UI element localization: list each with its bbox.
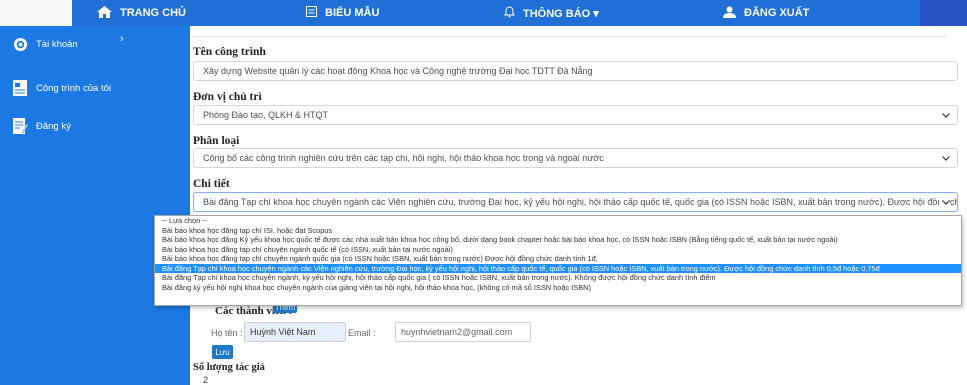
ten-cong-trinh-label: Tên công trình — [193, 46, 266, 58]
divider — [193, 36, 947, 37]
save-button[interactable]: Lưu — [212, 345, 233, 359]
sidebar-item-account[interactable]: Tài khoản › — [12, 33, 182, 52]
dropdown-option[interactable]: Bài báo khoa học đăng tạp chí chuyên ngà… — [155, 254, 961, 264]
document-icon — [12, 80, 28, 96]
nav-home-label: TRANG CHỦ — [120, 7, 186, 19]
user-icon — [723, 6, 736, 21]
sidebar-item-my-works[interactable]: Công trình của tôi — [12, 80, 111, 96]
ten-cong-trinh-input[interactable]: Xây dựng Website quản lý các hoạt động K… — [193, 61, 958, 81]
phan-loai-label: Phân loại — [193, 135, 240, 147]
don-vi-chu-tri-label: Đơn vị chủ trì — [193, 91, 262, 103]
don-vi-chu-tri-select[interactable]: Phòng Đào tạo, QLKH & HTQT — [193, 105, 958, 125]
chi-tiet-select[interactable]: Bài đăng Tạp chí khoa học chuyên ngành c… — [193, 192, 958, 212]
chi-tiet-dropdown: -- Lựa chọn -- Bài báo khoa học đăng tạp… — [154, 215, 962, 306]
nav-forms-label: BIỂU MẪU — [325, 7, 380, 19]
ho-ten-label: Họ tên : — [211, 328, 243, 338]
form-icon — [306, 6, 317, 20]
dropdown-option[interactable]: Bài báo khoa học đăng tạp chí ISI, hoặc … — [155, 226, 961, 236]
chevron-down-icon — [942, 149, 950, 167]
home-icon — [97, 5, 112, 21]
dropdown-option[interactable]: Bài đăng kỷ yếu hội nghị khoa học chuyên… — [155, 283, 961, 293]
nav-forms[interactable]: BIỂU MẪU — [306, 0, 379, 26]
email-input[interactable]: huynhvietnam2@gmail.com — [395, 322, 531, 342]
top-bar-accent — [920, 0, 967, 26]
sidebar-item-label: Đăng ký — [36, 120, 71, 132]
sidebar-item-register[interactable]: Đăng ký — [12, 118, 71, 134]
ho-ten-input[interactable]: Huỳnh Việt Nam — [244, 322, 346, 342]
chevron-down-icon — [939, 193, 950, 211]
dropdown-option[interactable]: -- Lựa chọn -- — [155, 216, 961, 226]
dropdown-option[interactable]: Bài đăng Tạp chí khoa học chuyên ngành, … — [155, 273, 961, 283]
nav-logout-label: ĐĂNG XUẤT — [744, 7, 810, 19]
so-luong-tac-gia-label: Số lượng tác giả — [193, 362, 265, 373]
dropdown-option-selected[interactable]: Bài đăng Tạp chí khoa học chuyên ngành c… — [155, 263, 961, 273]
sidebar-item-label: Tài khoản — [36, 38, 78, 50]
nav-home[interactable]: TRANG CHỦ — [97, 0, 186, 26]
top-navigation: TRANG CHỦ BIỂU MẪU THÔNG BÁO ▾ ĐĂNG XUẤT — [72, 0, 920, 26]
chevron-right-icon: › — [120, 33, 124, 45]
dropdown-option[interactable]: Bài báo khoa học đăng Kỷ yếu khoa học qu… — [155, 235, 961, 245]
phan-loai-value: Công bố các công trình nghiên cứu trên c… — [203, 153, 604, 163]
nav-notifications-label: THÔNG BÁO ▾ — [523, 7, 599, 20]
gear-icon — [12, 36, 28, 52]
chi-tiet-value: Bài đăng Tạp chí khoa học chuyên ngành c… — [203, 197, 958, 207]
so-luong-tac-gia-value: 2 — [203, 375, 209, 385]
sidebar-item-label: Công trình của tôi — [36, 82, 111, 94]
phan-loai-select[interactable]: Công bố các công trình nghiên cứu trên c… — [193, 148, 958, 168]
don-vi-chu-tri-value: Phòng Đào tạo, QLKH & HTQT — [203, 110, 329, 120]
register-icon — [12, 118, 28, 134]
bell-icon — [503, 5, 516, 21]
nav-notifications[interactable]: THÔNG BÁO ▾ — [503, 0, 599, 26]
dropdown-option[interactable]: Bài báo khoa học đăng tạp chí chuyên ngà… — [155, 245, 961, 255]
nav-logout[interactable]: ĐĂNG XUẤT — [723, 0, 809, 26]
email-label: Email : — [348, 328, 376, 338]
chevron-down-icon — [942, 106, 950, 124]
chi-tiet-label: Chi tiết — [193, 178, 230, 190]
sidebar: Tài khoản › Công trình của tôi Đăng ký — [0, 26, 190, 385]
